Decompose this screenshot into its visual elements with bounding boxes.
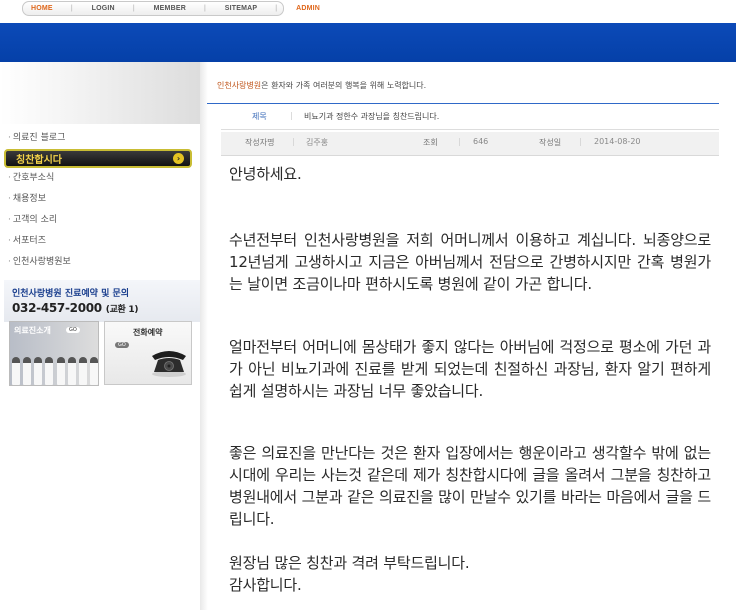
divider — [207, 103, 719, 104]
bullet-icon: · — [8, 236, 11, 246]
contact-box: 인천사랑병원 진료예약 및 문의 032-457-2000 (교환 1) — [4, 280, 200, 322]
sidebar-item-label: 서포터즈 — [12, 236, 46, 246]
closing-line-1: 원장님 많은 칭찬과 격려 부탁드립니다. — [229, 554, 470, 572]
sidebar-item-label: 칭찬합시다 — [16, 155, 62, 166]
paragraph-text: 좋은 의료진을 만난다는 것은 환자 입장에서는 행운이라고 생각할수 밖에 없… — [229, 444, 711, 528]
sidebar-item-label: 고객의 소리 — [12, 215, 58, 225]
doctors-photo — [10, 340, 98, 385]
nav-sitemap[interactable]: SITEMAP — [225, 5, 258, 12]
sidebar-item-label: 인천사랑병원보 — [12, 257, 71, 267]
phone-number: 032-457-2000 — [12, 301, 102, 315]
phone-reservation-banner[interactable]: 전화예약 GO — [104, 321, 192, 385]
paragraph-text: 얼마전부터 어머니에 몸상태가 좋지 않다는 아버님에 걱정으로 평소에 가던 … — [229, 338, 711, 400]
sidebar-item-nursing-news[interactable]: · 간호부소식 — [0, 168, 200, 189]
nav-home[interactable]: HOME — [31, 5, 53, 12]
sidebar-item-label: 채용정보 — [12, 194, 46, 204]
views-label: 조회 — [423, 138, 438, 147]
date-label: 작성일 — [539, 138, 562, 147]
author-value: 김주홍 — [306, 138, 329, 147]
separator: | — [292, 137, 295, 146]
closing-line-2: 감사합니다. — [229, 576, 302, 594]
paragraph-3: 좋은 의료진을 만난다는 것은 환자 입장에서는 행운이라고 생각할수 밖에 없… — [229, 442, 711, 530]
sidebar-item-recruitment[interactable]: · 채용정보 — [0, 189, 200, 210]
bullet-icon: · — [8, 215, 11, 225]
hospital-name: 인천사랑병원 — [217, 81, 262, 90]
bullet-icon: · — [8, 173, 11, 183]
post-title: 비뇨기과 정한수 과장님을 칭찬드립니다. — [304, 112, 440, 121]
telephone-icon — [152, 351, 186, 377]
sidebar-item-label: 간호부소식 — [12, 173, 55, 183]
separator: | — [458, 137, 461, 146]
greeting: 안녕하세요. — [229, 163, 711, 185]
nav-login[interactable]: LOGIN — [92, 5, 115, 12]
top-nav: HOME | LOGIN | MEMBER | SITEMAP | ADMIN — [22, 1, 320, 16]
sidebar-item-compliments[interactable]: 칭찬합시다 › — [4, 149, 192, 168]
content-shadow — [200, 62, 208, 610]
views-value: 646 — [473, 137, 489, 146]
sidebar-menu: · 의료진 블로그 칭찬합시다 › · 간호부소식 · 채용정보 · 고객의 소리 · 서… — [0, 128, 200, 273]
nav-separator: | — [275, 5, 278, 12]
greeting-text: 안녕하세요. — [229, 165, 302, 183]
contact-phone: 032-457-2000 (교환 1) — [12, 301, 138, 315]
bullet-icon: · — [8, 133, 11, 143]
closing: 원장님 많은 칭찬과 격려 부탁드립니다. 감사합니다. — [229, 552, 711, 596]
nav-separator: | — [70, 5, 73, 12]
author-label: 작성자명 — [245, 138, 275, 147]
phone-ext: (교환 1) — [105, 305, 139, 315]
title-label: 제목 — [252, 112, 267, 121]
bullet-icon: · — [8, 194, 11, 204]
nav-separator: | — [203, 5, 206, 12]
nav-admin[interactable]: ADMIN — [296, 5, 320, 12]
paragraph-2: 얼마전부터 어머니에 몸상태가 좋지 않다는 아버님에 걱정으로 평소에 가던 … — [229, 336, 711, 402]
nav-separator: | — [132, 5, 135, 12]
paragraph-1: 수년전부터 인천사랑병원을 저희 어머니께서 이용하고 계십니다. 뇌종양으로 … — [229, 229, 711, 295]
contact-title: 인천사랑병원 진료예약 및 문의 — [12, 289, 130, 299]
bullet-icon: · — [8, 257, 11, 267]
sidebar-header-gradient — [0, 62, 204, 124]
slogan-text: 은 환자와 가족 여러분의 행복을 위해 노력합니다. — [261, 81, 427, 90]
post-meta: 작성자명 | 김주홍 조회 | 646 작성일 | 2014-08-20 — [221, 132, 719, 156]
separator: | — [579, 137, 582, 146]
sidebar-item-label: 의료진 블로그 — [12, 133, 66, 143]
doctors-banner[interactable]: 의료진소개 GO — [9, 321, 99, 386]
separator: | — [290, 111, 293, 120]
doctors-go-button[interactable]: GO — [66, 327, 80, 333]
chevron-right-icon: › — [173, 153, 184, 164]
header-banner — [0, 23, 736, 62]
sidebar-item-customer-voice[interactable]: · 고객의 소리 — [0, 210, 200, 231]
sidebar-item-supporters[interactable]: · 서포터즈 — [0, 231, 200, 252]
divider — [221, 129, 719, 130]
sidebar-item-newsletter[interactable]: · 인천사랑병원보 — [0, 252, 200, 273]
paragraph-text: 수년전부터 인천사랑병원을 저희 어머니께서 이용하고 계십니다. 뇌종양으로 … — [229, 231, 711, 293]
doctors-banner-label: 의료진소개 — [14, 326, 51, 335]
sidebar-item-doctor-blog[interactable]: · 의료진 블로그 — [0, 128, 200, 149]
phone-go-button[interactable]: GO — [115, 342, 129, 348]
hospital-slogan: 인천사랑병원은 환자와 가족 여러분의 행복을 위해 노력합니다. — [217, 80, 426, 91]
date-value: 2014-08-20 — [594, 137, 641, 146]
nav-member[interactable]: MEMBER — [154, 5, 186, 12]
sidebar: · 의료진 블로그 칭찬합시다 › · 간호부소식 · 채용정보 · 고객의 소리 · 서… — [0, 62, 204, 610]
phone-banner-label: 전화예약 — [133, 328, 163, 337]
